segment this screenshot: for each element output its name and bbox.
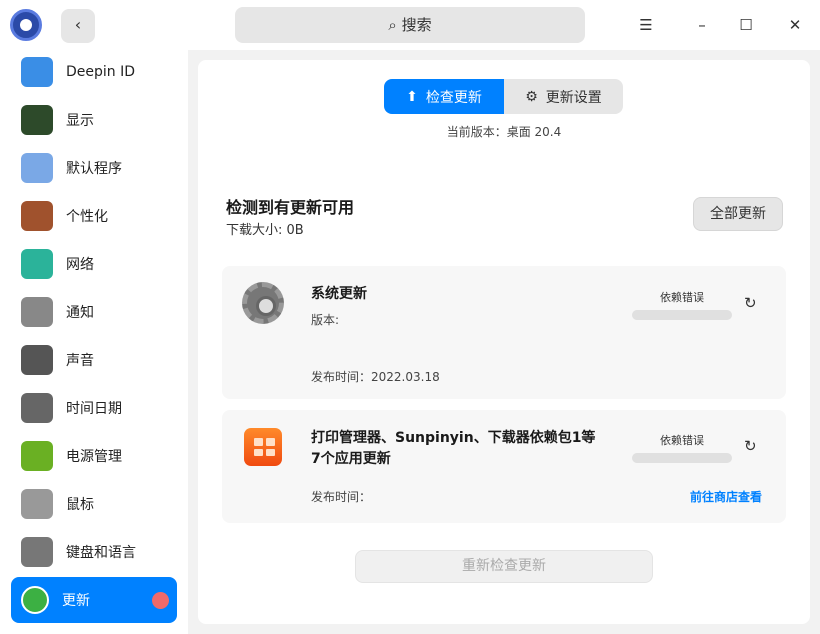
close-button[interactable]: ✕ (782, 12, 808, 38)
sidebar-item-icon (21, 153, 53, 183)
sidebar-item-2[interactable]: 默认程序 (11, 145, 177, 191)
retry-icon[interactable]: ↻ (744, 437, 757, 455)
search-input[interactable]: ⌕ 搜索 (235, 7, 585, 43)
titlebar: ‹ ⌕ 搜索 ☰ – ☐ ✕ (0, 0, 820, 50)
status-label: 依赖错误 (660, 434, 704, 447)
sidebar-item-label: 网络 (66, 257, 94, 273)
sidebar-item-icon (21, 489, 53, 519)
sidebar: Deepin ID 显示默认程序个性化网络通知声音时间日期电源管理鼠标键盘和语言更… (0, 50, 188, 634)
sidebar-item-1[interactable]: 显示 (11, 97, 177, 143)
sidebar-item-icon (21, 297, 53, 327)
sidebar-item-icon (21, 537, 53, 567)
update-all-button[interactable]: 全部更新 (693, 197, 783, 231)
card-title-line2: 7个应用更新 (311, 451, 391, 467)
sidebar-item-label: 默认程序 (66, 161, 122, 177)
sidebar-item-label: 通知 (66, 305, 94, 321)
sidebar-item-9[interactable]: 鼠标 (11, 481, 177, 527)
sidebar-item-label: 显示 (66, 113, 94, 129)
search-placeholder: 搜索 (401, 16, 432, 34)
sidebar-item-4[interactable]: 网络 (11, 241, 177, 287)
download-size: 下载大小: 0B (226, 223, 304, 238)
current-version: 当前版本：桌面 20.4 (446, 125, 562, 139)
sidebar-item-label: 更新 (62, 593, 90, 609)
status-label: 依赖错误 (660, 291, 704, 304)
card-release-date: 发布时间： (311, 490, 372, 504)
sidebar-item-label: 键盘和语言 (66, 545, 136, 561)
minimize-button[interactable]: – (689, 12, 715, 38)
search-icon: ⌕ (388, 16, 402, 34)
sidebar-item-label: 个性化 (66, 209, 108, 225)
gear-icon: ⚙ (525, 88, 538, 105)
tab-label: 检查更新 (425, 89, 482, 106)
tab-switcher: ⬆ 检查更新 ⚙ 更新设置 (384, 79, 623, 114)
card-title: 系统更新 (311, 286, 367, 302)
system-update-card: 系统更新 版本: 发布时间：2022.03.18 依赖错误 ↻ (222, 266, 786, 399)
notification-dot (152, 592, 169, 609)
sidebar-item-label: 时间日期 (66, 401, 122, 417)
card-release-date: 发布时间：2022.03.18 (311, 370, 440, 384)
update-panel: ⬆ 检查更新 ⚙ 更新设置 当前版本：桌面 20.4 检测到有更新可用 下载大小: … (198, 60, 810, 624)
card-title: 打印管理器、Sunpinyin、下载器依赖包1等 (311, 430, 596, 446)
sidebar-item-7[interactable]: 时间日期 (11, 385, 177, 431)
sidebar-item-label: Deepin ID (66, 64, 136, 80)
app-update-card: 打印管理器、Sunpinyin、下载器依赖包1等 7个应用更新 发布时间： 依赖… (222, 410, 786, 523)
sidebar-item-icon (21, 441, 53, 471)
sidebar-item-icon (21, 105, 53, 135)
app-logo-icon (10, 9, 42, 41)
sidebar-item-icon (21, 586, 49, 614)
card-version: 版本: (311, 313, 340, 327)
system-gear-icon (242, 282, 284, 324)
sidebar-item-icon (21, 57, 53, 87)
retry-icon[interactable]: ↻ (744, 294, 757, 312)
tab-update-settings[interactable]: ⚙ 更新设置 (504, 79, 623, 114)
sidebar-item-0[interactable]: Deepin ID (11, 49, 177, 95)
progress-bar (632, 310, 732, 320)
app-store-icon (244, 428, 282, 466)
tab-check-update[interactable]: ⬆ 检查更新 (384, 79, 504, 114)
sidebar-item-icon (21, 249, 53, 279)
sidebar-item-10[interactable]: 键盘和语言 (11, 529, 177, 575)
sidebar-item-label: 电源管理 (66, 449, 122, 465)
upload-icon: ⬆ (406, 88, 418, 105)
maximize-button[interactable]: ☐ (733, 12, 759, 38)
recheck-button[interactable]: 重新检查更新 (355, 550, 653, 583)
sidebar-item-6[interactable]: 声音 (11, 337, 177, 383)
sidebar-item-11[interactable]: 更新 (11, 577, 177, 623)
sidebar-item-icon (21, 345, 53, 375)
tab-label: 更新设置 (545, 89, 602, 106)
sidebar-item-8[interactable]: 电源管理 (11, 433, 177, 479)
back-button[interactable]: ‹ (61, 9, 95, 43)
sidebar-item-3[interactable]: 个性化 (11, 193, 177, 239)
updates-heading: 检测到有更新可用 (226, 198, 355, 217)
sidebar-item-icon (21, 393, 53, 423)
menu-button[interactable]: ☰ (633, 12, 659, 38)
go-to-store-link[interactable]: 前往商店查看 (690, 488, 762, 505)
sidebar-item-label: 声音 (66, 353, 94, 369)
sidebar-item-icon (21, 201, 53, 231)
sidebar-item-5[interactable]: 通知 (11, 289, 177, 335)
sidebar-item-label: 鼠标 (66, 497, 94, 513)
progress-bar (632, 453, 732, 463)
